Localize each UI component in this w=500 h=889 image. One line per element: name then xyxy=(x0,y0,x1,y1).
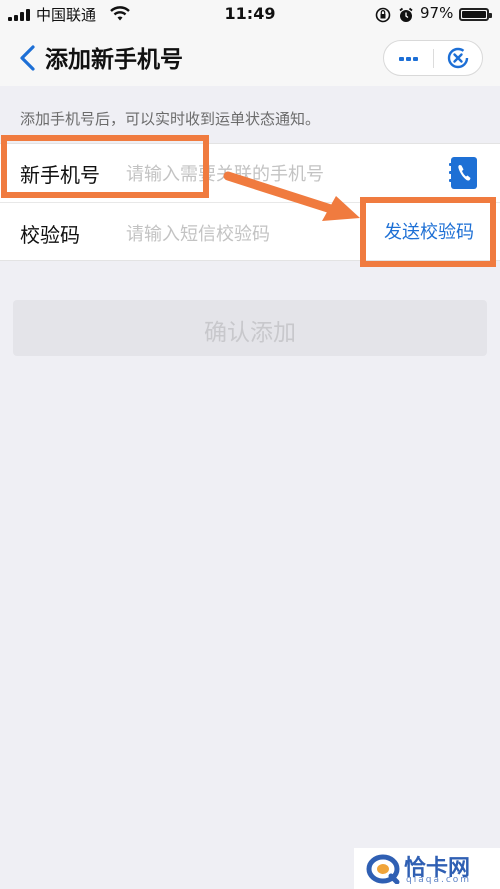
watermark-logo-icon xyxy=(366,854,400,884)
contact-book-icon[interactable] xyxy=(449,156,479,190)
nav-bar: 添加新手机号 xyxy=(0,30,500,86)
watermark: 恰卡网 qiaqa.com xyxy=(354,848,500,889)
confirm-add-button[interactable]: 确认添加 xyxy=(13,300,487,356)
hint-text: 添加手机号后，可以实时收到运单状态通知。 xyxy=(20,110,321,128)
battery-percent: 97% xyxy=(420,4,454,22)
code-input[interactable] xyxy=(126,220,366,248)
battery-icon xyxy=(459,8,492,21)
alarm-icon xyxy=(399,7,413,22)
highlight-box-send-code xyxy=(360,197,496,267)
close-circle-icon[interactable] xyxy=(434,41,483,75)
more-dots-icon[interactable] xyxy=(384,41,434,75)
mini-program-capsule xyxy=(383,40,483,76)
watermark-subtext: qiaqa.com xyxy=(406,875,472,885)
status-bar: 中国联通 11:49 97% xyxy=(0,0,500,30)
chevron-left-icon[interactable] xyxy=(16,44,40,72)
confirm-add-label: 确认添加 xyxy=(204,320,296,346)
annotation-arrow xyxy=(223,171,360,221)
highlight-box-phone-label xyxy=(1,135,209,198)
code-label: 校验码 xyxy=(20,223,80,247)
orientation-lock-icon xyxy=(375,7,391,23)
page-title: 添加新手机号 xyxy=(45,47,183,73)
